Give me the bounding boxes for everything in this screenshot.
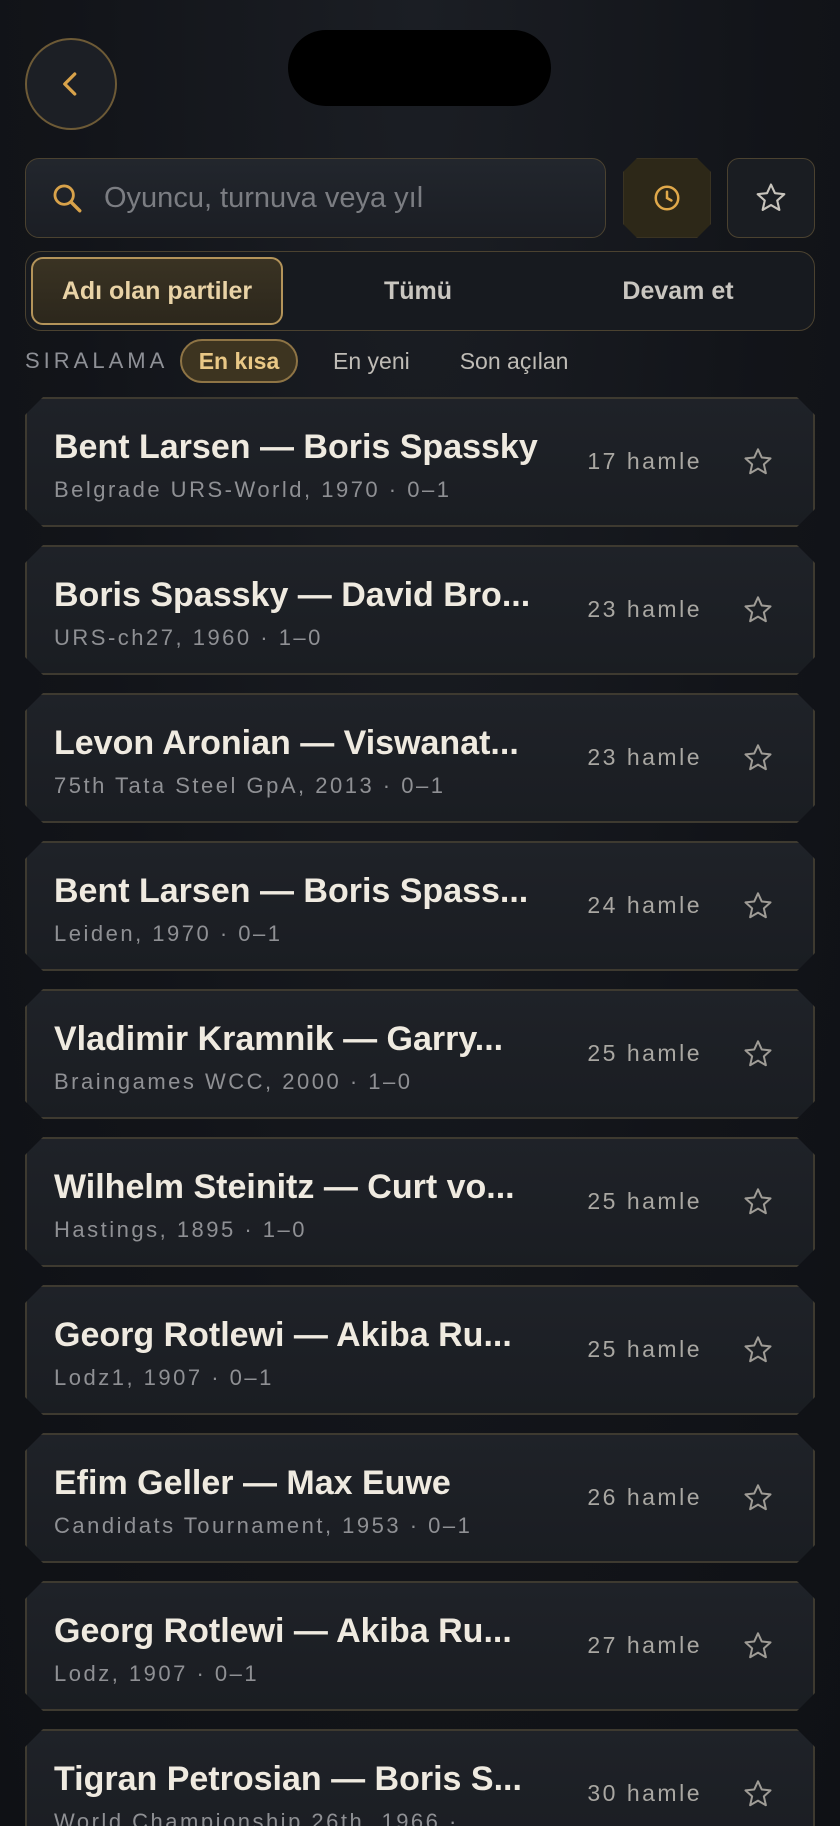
tab-all[interactable]: Tümü [283,257,553,325]
game-subtitle: Belgrade URS-World, 1970 · 0–1 [54,477,452,502]
filter-tabs: Adı olan partiler Tümü Devam et [25,251,815,331]
move-count: 26 hamle [587,1484,702,1510]
game-card[interactable]: Bent Larsen — Boris Spassky Belgrade URS… [25,397,815,527]
game-card[interactable]: Wilhelm Steinitz — Curt vo... Hastings, … [25,1137,815,1267]
game-subtitle: Lodz1, 1907 · 0–1 [54,1365,274,1390]
game-title: Vladimir Kramnik — Garry... [54,1020,504,1058]
game-title: Efim Geller — Max Euwe [54,1464,451,1502]
move-count: 25 hamle [587,1040,702,1066]
tab-continue[interactable]: Devam et [553,257,803,325]
game-subtitle: World Championship 26th, 1966 ·... [54,1809,485,1826]
game-subtitle: 75th Tata Steel GpA, 2013 · 0–1 [54,773,446,798]
back-button[interactable] [25,38,117,130]
move-count: 23 hamle [587,744,702,770]
favorite-star-icon[interactable] [742,594,774,626]
sort-row: SIRALAMA En kısa En yeni Son açılan [25,338,588,384]
game-card[interactable]: Levon Aronian — Viswanat... 75th Tata St… [25,693,815,823]
move-count: 25 hamle [587,1336,702,1362]
search-bar[interactable] [25,158,606,238]
move-count: 17 hamle [587,448,702,474]
game-title: Georg Rotlewi — Akiba Ru... [54,1612,512,1650]
game-title: Boris Spassky — David Bro... [54,576,531,614]
move-count: 24 hamle [587,892,702,918]
game-title: Tigran Petrosian — Boris S... [54,1760,522,1798]
game-title: Levon Aronian — Viswanat... [54,724,519,762]
favorite-star-icon[interactable] [742,1038,774,1070]
game-title: Bent Larsen — Boris Spass... [54,872,529,910]
favorites-button[interactable] [727,158,815,238]
move-count: 27 hamle [587,1632,702,1658]
favorite-star-icon[interactable] [742,446,774,478]
favorite-star-icon[interactable] [742,1186,774,1218]
move-count: 30 hamle [587,1780,702,1806]
game-subtitle: URS-ch27, 1960 · 1–0 [54,625,323,650]
game-subtitle: Candidats Tournament, 1953 · 0–1 [54,1513,473,1538]
search-input[interactable] [104,181,574,215]
move-count: 25 hamle [587,1188,702,1214]
game-subtitle: Leiden, 1970 · 0–1 [54,921,283,946]
clock-icon [652,183,682,213]
game-card[interactable]: Bent Larsen — Boris Spass... Leiden, 197… [25,841,815,971]
game-title: Wilhelm Steinitz — Curt vo... [54,1168,515,1206]
chevron-left-icon [63,72,77,96]
game-card[interactable]: Efim Geller — Max Euwe Candidats Tournam… [25,1433,815,1563]
game-subtitle: Hastings, 1895 · 1–0 [54,1217,308,1242]
game-card[interactable]: Boris Spassky — David Bro... URS-ch27, 1… [25,545,815,675]
game-subtitle: Braingames WCC, 2000 · 1–0 [54,1069,413,1094]
sort-shortest-chip[interactable]: En kısa [180,339,298,383]
game-card[interactable]: Vladimir Kramnik — Garry... Braingames W… [25,989,815,1119]
game-card[interactable]: Georg Rotlewi — Akiba Ru... Lodz1, 1907 … [25,1285,815,1415]
favorite-star-icon[interactable] [742,1334,774,1366]
sort-newest-chip[interactable]: En yeni [313,339,430,383]
favorite-star-icon[interactable] [742,742,774,774]
game-card[interactable]: Tigran Petrosian — Boris S... World Cham… [25,1729,815,1826]
tab-named-games[interactable]: Adı olan partiler [31,257,283,325]
game-list: Bent Larsen — Boris Spassky Belgrade URS… [25,397,815,1826]
favorite-star-icon[interactable] [742,1630,774,1662]
sort-label: SIRALAMA [25,348,169,373]
game-title: Bent Larsen — Boris Spassky [54,428,538,466]
move-count: 23 hamle [587,596,702,622]
favorite-star-icon[interactable] [742,1778,774,1810]
history-button[interactable] [623,158,711,238]
camera-notch [288,30,551,106]
search-icon [53,184,82,213]
favorite-star-icon[interactable] [742,890,774,922]
star-icon [756,183,786,211]
game-title: Georg Rotlewi — Akiba Ru... [54,1316,512,1354]
sort-recent-chip[interactable]: Son açılan [440,339,589,383]
favorite-star-icon[interactable] [742,1482,774,1514]
top-bar [0,0,840,150]
game-subtitle: Lodz, 1907 · 0–1 [54,1661,260,1686]
game-card[interactable]: Georg Rotlewi — Akiba Ru... Lodz, 1907 ·… [25,1581,815,1711]
